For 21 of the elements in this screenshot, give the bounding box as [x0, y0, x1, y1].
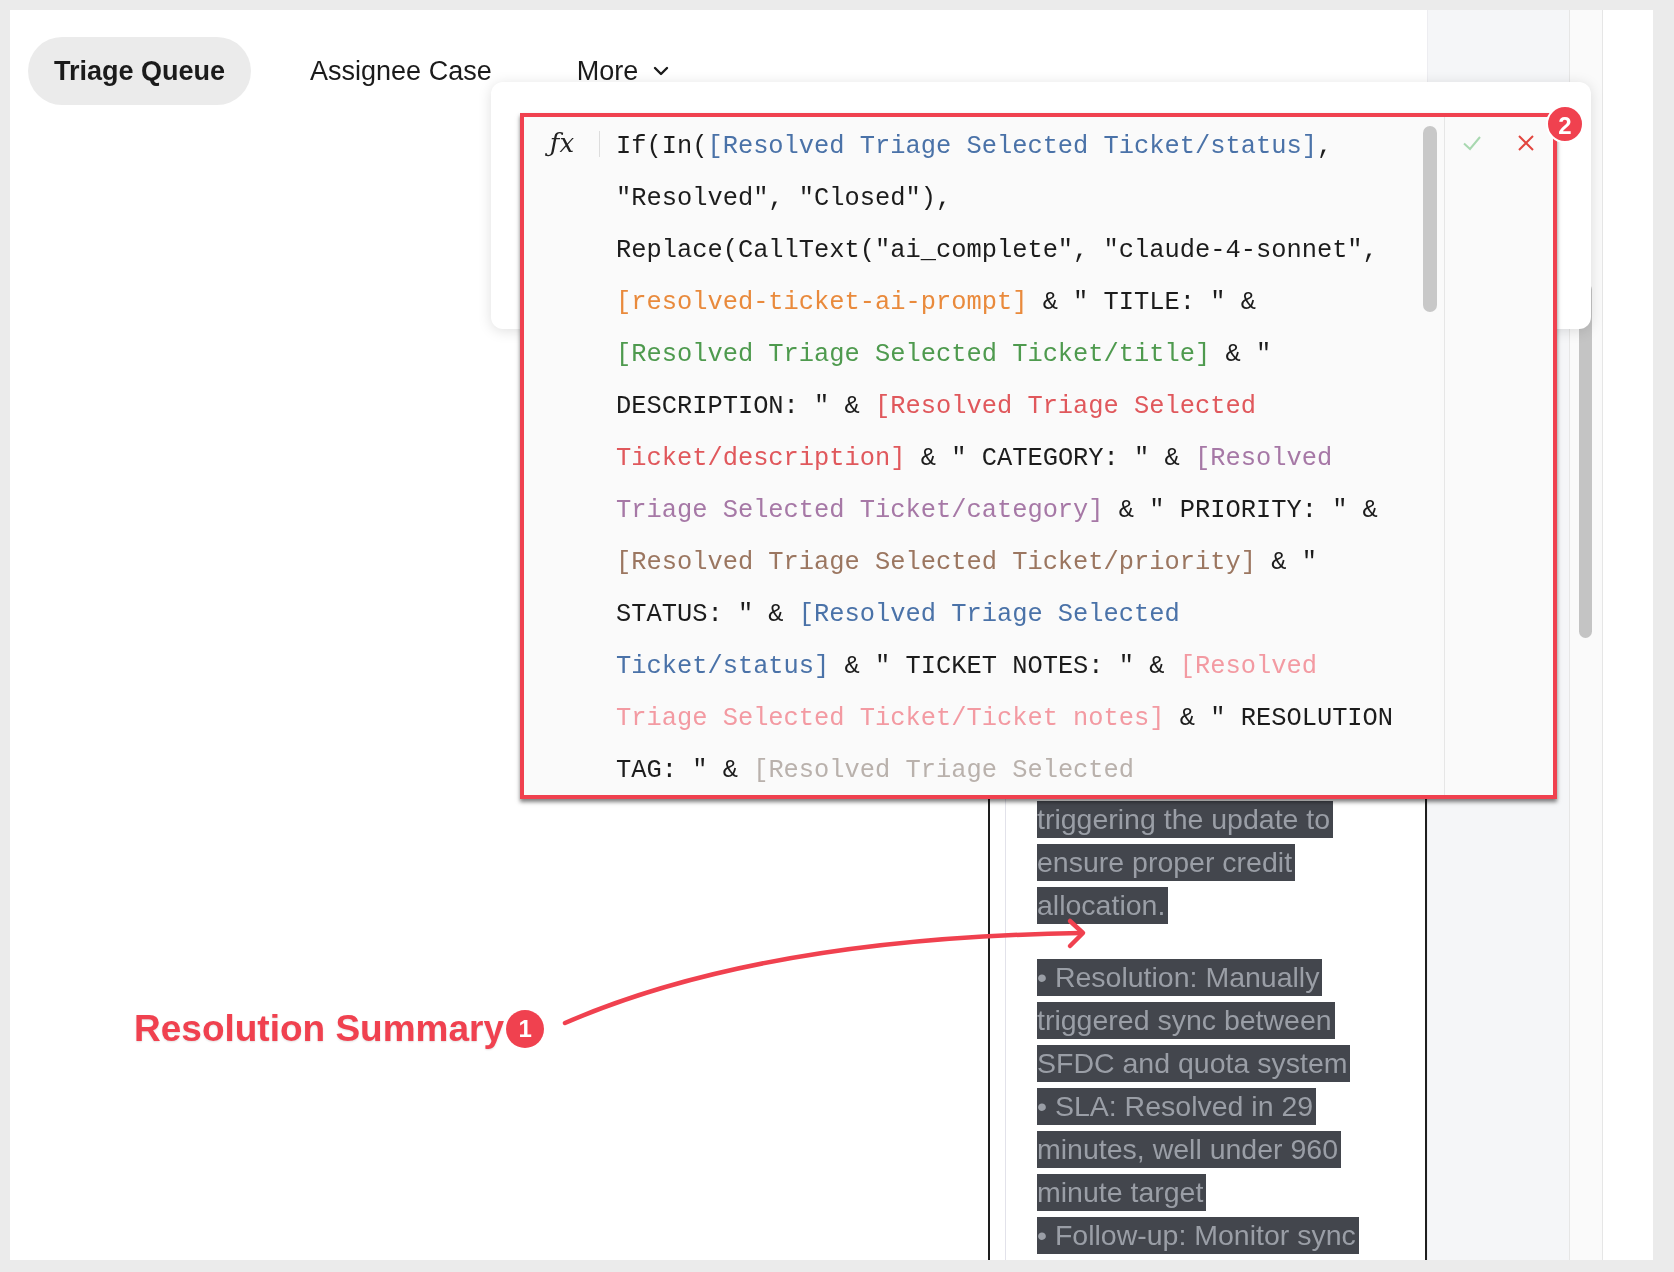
code-line: STATUS: " & [Resolved Triage Selected — [616, 599, 1180, 631]
code-line: Triage Selected Ticket/category] & " PRIORITY: " & — [616, 495, 1378, 527]
code-line: [Resolved Triage Selected Ticket/title] & " — [616, 339, 1272, 371]
code-line: Triage Selected Ticket/Ticket notes] & " RESOLUTION — [616, 703, 1394, 735]
code-line: Ticket/status] & " TICKET NOTES: " & [Resolved — [616, 651, 1317, 683]
code-line: [Resolved Triage Selected Ticket/priority] & " — [616, 547, 1317, 579]
callout-badge: 1 — [506, 1010, 545, 1048]
code-line: DESCRIPTION: " & [Resolved Triage Selected — [616, 391, 1256, 423]
code-line: If(In([Resolved Triage Selected Ticket/status], — [616, 131, 1333, 163]
code-line: "Resolved", "Closed"), — [616, 183, 952, 215]
more-dropdown[interactable]: More — [550, 37, 697, 105]
callout-label: Resolution Summary — [134, 1007, 505, 1051]
scrollbar-thumb[interactable] — [1423, 126, 1437, 312]
code-line: TAG: " & [Resolved Triage Selected — [616, 755, 1135, 787]
formula-editor[interactable] — [520, 113, 1557, 799]
chevron-down-icon — [652, 65, 671, 77]
code-line: [resolved-ticket-ai-prompt] & " TITLE: " & — [616, 287, 1256, 319]
tab[interactable]: Assignee Case — [284, 37, 518, 105]
tab[interactable]: Triage Queue — [28, 37, 252, 105]
code-line: Ticket/description] & " CATEGORY: " & [Resolved — [616, 443, 1333, 475]
code-line: Replace(CallText("ai_complete", "claude-4-sonnet", — [616, 235, 1378, 267]
